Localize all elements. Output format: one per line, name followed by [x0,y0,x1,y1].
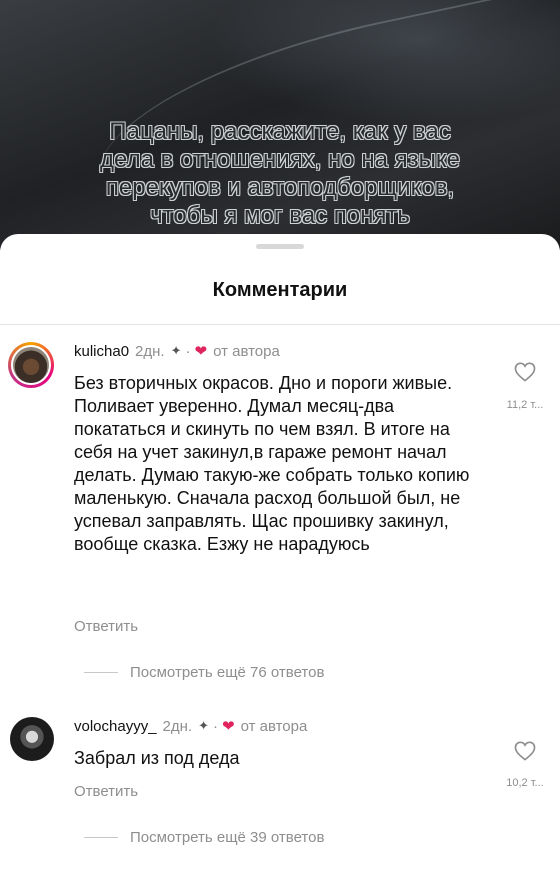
comment-time: 2дн. [135,342,165,360]
reply-button[interactable]: Ответить [74,783,138,800]
comment-text: Без вторичных окрасов. Дно и пороги живы… [74,373,470,554]
comment-time: 2дн. [162,717,193,735]
view-replies-label[interactable]: Посмотреть ещё 39 ответов [130,829,324,846]
separator-dot: · [185,342,191,360]
replies-line [84,672,118,673]
author-badge: от автора [240,717,308,735]
overlay-line: дела в отношениях, но на языке [100,146,460,173]
overlay-line: чтобы я мог вас понять [150,202,410,229]
separator-dot: · [213,717,218,735]
overlay-line: перекупов и автоподборщиков, [105,174,455,201]
view-replies-label[interactable]: Посмотреть ещё 76 ответов [130,664,324,681]
author-badge: от автора [213,342,280,360]
like-count: 10,2 т... [506,777,544,789]
pin-icon: ✦ [170,343,182,358]
reply-button[interactable]: Ответить [74,618,138,635]
avatar[interactable] [8,342,54,388]
comment-meta: kulicha0 2дн. ✦ · ❤ от автора [74,342,280,361]
heart-outline-icon [514,741,536,761]
heart-outline-icon [514,362,536,382]
comment-meta: volochayyy_ 2дн. ✦ · ❤ от автора [74,717,308,736]
overlay-line: Пацаны, расскажите, как у вас [109,118,451,145]
view-replies[interactable]: Посмотреть ещё 39 ответов [84,829,324,846]
author-liked-heart-icon: ❤ [194,343,208,360]
sheet-title: Комментарии [212,279,348,301]
username[interactable]: kulicha0 [74,343,129,360]
comment-text: Забрал из под деда [74,748,240,768]
like-count: 11,2 т... [506,399,544,411]
comments-sheet: Комментарии kulicha0 2дн. ✦ · ❤ от автор… [0,234,560,874]
author-liked-heart-icon: ❤ [222,718,235,735]
post-overlay-text: Пацаны, расскажите, как у вас дела в отн… [0,118,560,230]
avatar[interactable] [10,717,54,761]
like-button[interactable] [510,741,540,761]
replies-line [84,837,118,838]
like-button[interactable] [510,362,540,382]
pin-icon: ✦ [198,718,209,733]
post-background-image: Пацаны, расскажите, как у вас дела в отн… [0,0,560,250]
sheet-drag-handle[interactable] [256,244,304,249]
view-replies[interactable]: Посмотреть ещё 76 ответов [84,664,324,681]
username[interactable]: volochayyy_ [74,718,157,735]
divider [0,324,560,325]
